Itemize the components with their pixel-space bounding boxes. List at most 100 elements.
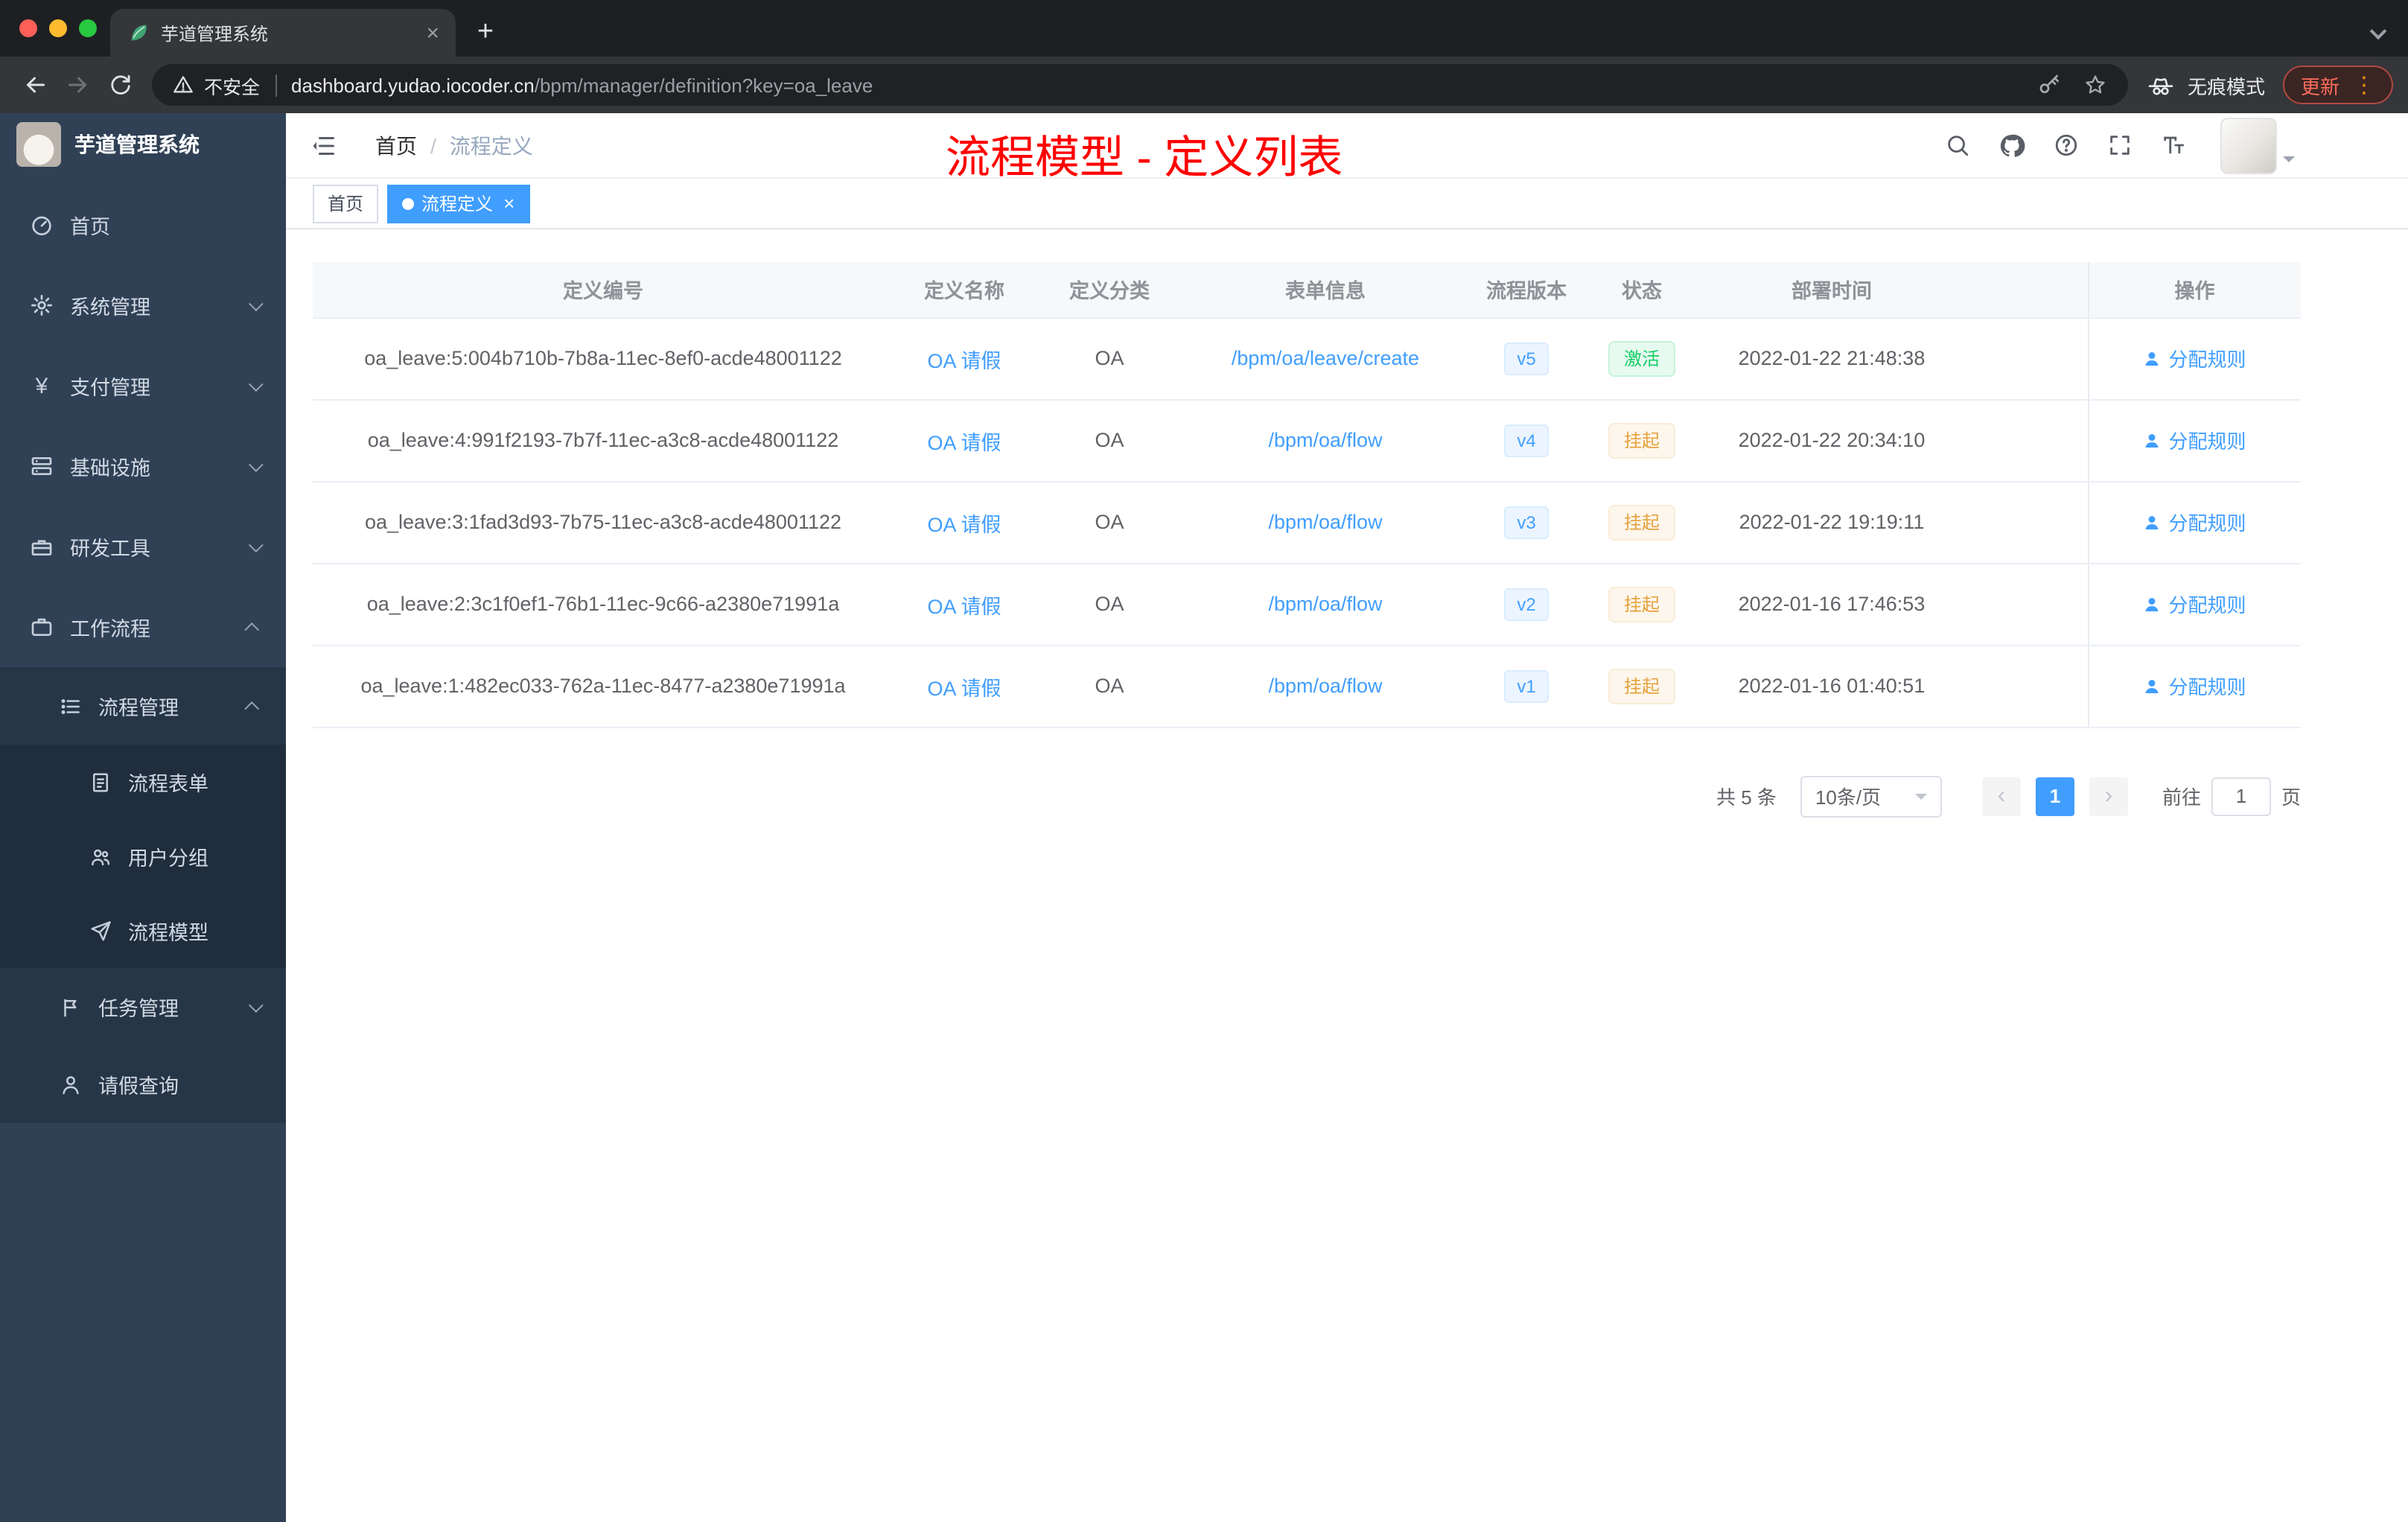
col-filler xyxy=(1966,262,2088,318)
avatar[interactable] xyxy=(2220,117,2277,173)
flag-icon xyxy=(64,998,77,1016)
person-icon xyxy=(2145,515,2159,529)
help-icon[interactable] xyxy=(2054,133,2079,158)
goto-page-input[interactable] xyxy=(2211,777,2271,815)
assign-rule-label: 分配规则 xyxy=(2168,512,2246,535)
sidebar-item-process-model[interactable]: 流程模型 xyxy=(0,894,286,968)
forward-button[interactable] xyxy=(57,64,98,106)
next-page-button[interactable]: › xyxy=(2089,777,2128,815)
forward-icon xyxy=(69,77,86,93)
person-icon xyxy=(2145,597,2159,611)
minimize-window-button[interactable] xyxy=(49,19,67,37)
sidebar-item-label: 研发工具 xyxy=(70,538,150,560)
definition-name-link[interactable]: OA 请假 xyxy=(927,431,1001,453)
assign-rule-label: 分配规则 xyxy=(2168,430,2246,453)
close-window-button[interactable] xyxy=(19,19,37,37)
reload-button[interactable] xyxy=(98,64,140,106)
form-link[interactable]: /bpm/oa/flow xyxy=(1268,593,1382,615)
col-status: 状态 xyxy=(1586,262,1698,318)
address-bar[interactable]: 不安全 dashboard.yudao.iocoder.cn/bpm/manag… xyxy=(152,64,2128,106)
zoom-window-button[interactable] xyxy=(79,19,97,37)
table-row: oa_leave:2:3c1f0ef1-76b1-11ec-9c66-a2380… xyxy=(313,563,2301,646)
col-definition-name: 定义名称 xyxy=(894,262,1035,318)
sidebar-menu: 首页 系统管理 ¥ 支付管理 基础设施 研发工具 工作流程 流程管理 流程表单 … xyxy=(0,176,286,1123)
url-text[interactable]: dashboard.yudao.iocoder.cn/bpm/manager/d… xyxy=(291,74,873,96)
browser-toolbar: 不安全 dashboard.yudao.iocoder.cn/bpm/manag… xyxy=(0,57,2408,113)
browser-update-button[interactable]: 更新 ⋮ xyxy=(2282,66,2393,104)
pagination: 共 5 条 10条/页 ‹ 1 › 前往 页 xyxy=(313,775,2301,817)
prev-page-button[interactable]: ‹ xyxy=(1981,777,2021,815)
current-page-button[interactable]: 1 xyxy=(2035,777,2074,815)
sidebar-toggle-button[interactable] xyxy=(310,132,337,159)
font-size-icon[interactable] xyxy=(2161,133,2186,158)
tab-close-icon[interactable]: × xyxy=(421,20,444,45)
person-icon xyxy=(2145,679,2159,692)
sidebar-logo: 芋道管理系统 xyxy=(0,113,286,176)
definition-name-link[interactable]: OA 请假 xyxy=(927,349,1001,372)
security-label[interactable]: 不安全 xyxy=(204,71,260,99)
col-definition-category: 定义分类 xyxy=(1035,262,1184,318)
bookmark-star-icon[interactable] xyxy=(2083,73,2107,97)
sidebar-item-label: 系统管理 xyxy=(70,296,150,319)
tag-close-icon[interactable]: × xyxy=(503,194,515,213)
sidebar-item-leave-query[interactable]: 请假查询 xyxy=(0,1045,286,1123)
password-key-icon[interactable] xyxy=(2037,73,2061,97)
update-label: 更新 xyxy=(2300,75,2339,98)
definition-name-link[interactable]: OA 请假 xyxy=(927,595,1001,617)
page-content: 定义编号 定义名称 定义分类 表单信息 流程版本 状态 部署时间 操作 oa_l… xyxy=(286,229,2408,1522)
sidebar-item-process-management[interactable]: 流程管理 xyxy=(0,667,286,745)
chevron-up-icon xyxy=(244,700,260,716)
form-link[interactable]: /bpm/oa/leave/create xyxy=(1232,347,1419,369)
version-badge: v4 xyxy=(1503,424,1549,456)
form-link[interactable]: /bpm/oa/flow xyxy=(1268,429,1382,451)
assign-rule-link[interactable]: 分配规则 xyxy=(2143,672,2246,700)
sidebar-item-workflow[interactable]: 工作流程 xyxy=(0,587,286,667)
deploy-time: 2022-01-16 01:40:51 xyxy=(1698,645,1966,727)
sidebar-item-infrastructure[interactable]: 基础设施 xyxy=(0,426,286,506)
tag-home[interactable]: 首页 xyxy=(313,184,379,223)
tab-search-icon[interactable] xyxy=(2369,22,2387,40)
definition-name-link[interactable]: OA 请假 xyxy=(927,513,1001,535)
server-icon xyxy=(31,457,52,475)
sidebar-item-process-form[interactable]: 流程表单 xyxy=(0,745,286,819)
assign-rule-link[interactable]: 分配规则 xyxy=(2143,508,2246,536)
new-tab-button[interactable]: + xyxy=(465,12,506,54)
deploy-time: 2022-01-22 20:34:10 xyxy=(1698,399,1966,482)
github-icon[interactable] xyxy=(1998,132,2025,159)
sidebar-item-label: 流程模型 xyxy=(128,922,208,944)
fullscreen-icon[interactable] xyxy=(2107,133,2133,158)
chevron-down-icon xyxy=(248,537,264,553)
sidebar-item-user-group[interactable]: 用户分组 xyxy=(0,819,286,894)
page-size-select[interactable]: 10条/页 xyxy=(1800,775,1942,817)
assign-rule-link[interactable]: 分配规则 xyxy=(2143,344,2246,372)
sidebar-item-label: 工作流程 xyxy=(70,618,150,640)
form-link[interactable]: /bpm/oa/flow xyxy=(1268,675,1382,697)
definition-name-link[interactable]: OA 请假 xyxy=(927,677,1001,699)
assign-rule-link[interactable]: 分配规则 xyxy=(2143,590,2246,618)
form-link[interactable]: /bpm/oa/flow xyxy=(1268,511,1382,533)
incognito-label: 无痕模式 xyxy=(2187,75,2265,98)
browser-menu-dots-icon[interactable]: ⋮ xyxy=(2353,74,2375,96)
assign-rule-link[interactable]: 分配规则 xyxy=(2143,426,2246,454)
back-button[interactable] xyxy=(15,64,57,106)
search-icon[interactable] xyxy=(1945,133,1970,158)
status-badge: 挂起 xyxy=(1608,422,1675,458)
definition-id: oa_leave:1:482ec033-762a-11ec-8477-a2380… xyxy=(313,645,894,727)
version-badge: v3 xyxy=(1503,506,1549,538)
sidebar-item-label: 请假查询 xyxy=(98,1075,179,1098)
list-icon xyxy=(61,698,80,713)
goto-page: 前往 页 xyxy=(2162,777,2301,815)
status-badge: 挂起 xyxy=(1608,504,1675,540)
user-menu[interactable] xyxy=(2220,117,2295,173)
status-badge: 激活 xyxy=(1608,340,1675,376)
sidebar-item-payment[interactable]: ¥ 支付管理 xyxy=(0,346,286,426)
sidebar-item-task-management[interactable]: 任务管理 xyxy=(0,968,286,1045)
tag-label: 流程定义 xyxy=(421,194,494,214)
sidebar-item-devtools[interactable]: 研发工具 xyxy=(0,506,286,587)
sidebar-item-label: 基础设施 xyxy=(70,457,150,480)
sidebar-item-system[interactable]: 系统管理 xyxy=(0,265,286,346)
sidebar-item-home[interactable]: 首页 xyxy=(0,185,286,265)
tag-process-definition[interactable]: 流程定义 × xyxy=(387,184,530,223)
breadcrumb-home[interactable]: 首页 xyxy=(375,130,417,160)
browser-tab[interactable]: 芋道管理系统 × xyxy=(110,9,456,57)
